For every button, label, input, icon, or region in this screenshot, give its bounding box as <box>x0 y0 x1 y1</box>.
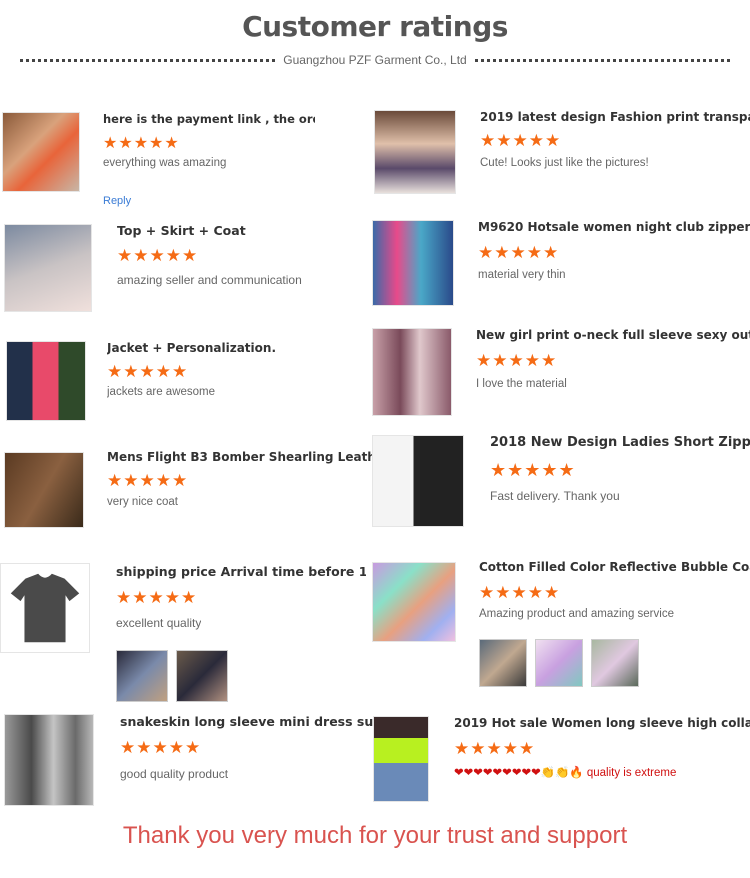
review-title: shipping price Arrival time before 17th <box>116 564 366 579</box>
subtitle-row: Guangzhou PZF Garment Co., Ltd <box>20 52 731 68</box>
product-image[interactable] <box>6 341 86 421</box>
review-photo-thumbnail[interactable] <box>535 639 583 687</box>
review-photo-thumbnail[interactable] <box>116 650 168 702</box>
review-title: 2019 latest design Fashion print transpa… <box>480 110 750 124</box>
divider-left <box>20 58 276 62</box>
product-image[interactable] <box>2 112 80 192</box>
product-image[interactable] <box>374 110 456 194</box>
review-comment: amazing seller and communication <box>117 273 302 287</box>
star-rating: ★★★★★ <box>117 246 199 265</box>
product-image[interactable] <box>4 224 92 312</box>
product-image[interactable] <box>372 435 464 527</box>
review-title: Mens Flight B3 Bomber Shearling Leather … <box>107 450 373 464</box>
product-image[interactable] <box>4 714 94 806</box>
star-rating: ★★★★★ <box>476 351 558 370</box>
star-rating: ★★★★★ <box>480 131 562 150</box>
product-image[interactable] <box>372 220 454 306</box>
review-comment: jackets are awesome <box>107 386 216 398</box>
star-rating: ★★★★★ <box>490 460 576 480</box>
review-photo-thumbnail[interactable] <box>479 639 527 687</box>
star-rating: ★★★★★ <box>479 583 561 602</box>
star-rating: ★★★★★ <box>120 738 202 757</box>
review-comment: excellent quality <box>116 616 202 630</box>
product-image[interactable] <box>0 563 90 653</box>
product-image[interactable] <box>373 716 429 802</box>
review-comment: Fast delivery. Thank you <box>490 489 620 503</box>
review-comment: material very thin <box>478 269 566 281</box>
star-rating: ★★★★★ <box>454 739 536 758</box>
company-name: Guangzhou PZF Garment Co., Ltd <box>283 53 467 67</box>
page-title: Customer ratings <box>242 10 508 43</box>
star-rating: ★★★★★ <box>478 243 560 262</box>
divider-right <box>474 58 731 62</box>
product-image[interactable] <box>372 562 456 642</box>
review-title: 2018 New Design Ladies Short Zipper J <box>490 435 750 450</box>
star-rating: ★★★★★ <box>116 588 198 607</box>
review-title: New girl print o-neck full sleeve sexy o… <box>476 328 750 342</box>
star-rating: ★★★★★ <box>107 471 189 490</box>
review-comment: very nice coat <box>107 496 178 508</box>
star-rating: ★★★★★ <box>107 362 189 381</box>
product-image[interactable] <box>372 328 452 416</box>
reply-link[interactable]: Reply <box>103 195 131 207</box>
review-title: Top + Skirt + Coat <box>117 223 246 238</box>
review-comment: Cute! Looks just like the pictures! <box>480 157 649 169</box>
star-rating: ★★★★★ <box>103 135 180 152</box>
review-photo-thumbnail[interactable] <box>176 650 228 702</box>
review-title: M9620 Hotsale women night club zipper cl… <box>478 220 750 234</box>
product-image[interactable] <box>4 452 84 528</box>
tshirt-icon <box>10 573 80 643</box>
thank-you-message: Thank you very much for your trust and s… <box>122 822 628 849</box>
review-comment: Amazing product and amazing service <box>479 608 674 620</box>
review-title: 2019 Hot sale Women long sleeve high col… <box>454 716 750 730</box>
review-comment: ❤❤❤❤❤❤❤❤❤👏👏🔥 quality is extreme <box>454 767 677 779</box>
review-title: Cotton Filled Color Reflective Bubble Co… <box>479 560 750 574</box>
review-title: Jacket + Personalization. <box>107 341 277 355</box>
review-comment: everything was amazing <box>103 157 227 169</box>
review-photo-thumbnail[interactable] <box>591 639 639 687</box>
review-title: snakeskin long sleeve mini dress summer <box>120 714 374 729</box>
review-comment: good quality product <box>120 767 229 781</box>
review-comment: I love the material <box>476 378 567 390</box>
review-title: here is the payment link , the order lis… <box>103 112 315 126</box>
